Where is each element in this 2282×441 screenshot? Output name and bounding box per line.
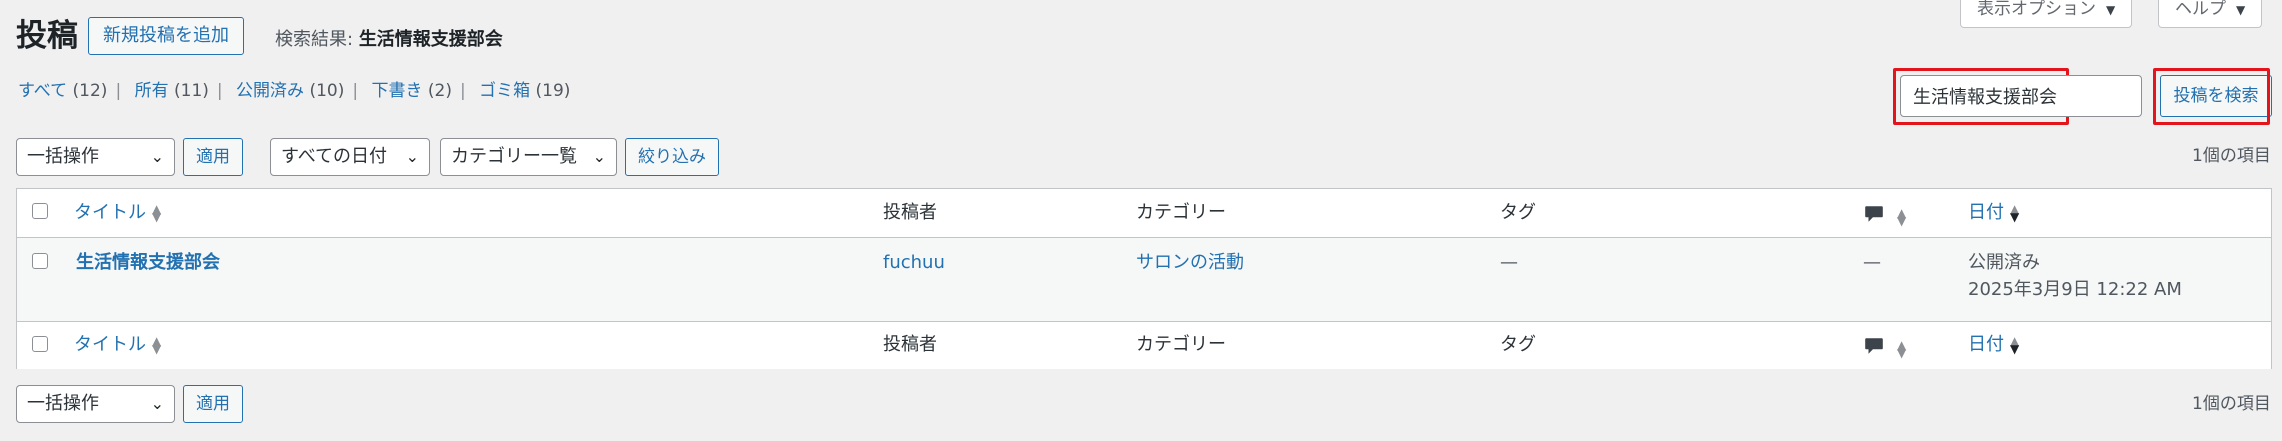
highlight-search-button xyxy=(2153,68,2270,125)
screen-options-tab[interactable]: 表示オプション ▼ xyxy=(1960,0,2133,28)
post-status: 公開済み xyxy=(1968,252,2040,273)
page-title: 投稿 xyxy=(16,18,78,54)
view-separator: | xyxy=(115,81,122,101)
select-all-checkbox-bottom[interactable] xyxy=(32,336,48,352)
category-filter-select[interactable]: カテゴリー一覧 ⌄ xyxy=(440,138,617,176)
post-author-link[interactable]: fuchuu xyxy=(883,250,945,276)
sort-arrows-icon: ▲ ▼ xyxy=(2010,334,2020,356)
column-categories-footer: カテゴリー xyxy=(1136,334,1226,355)
row-checkbox[interactable] xyxy=(32,253,48,269)
caret-down-icon: ▼ xyxy=(2106,3,2116,17)
items-count-bottom: 1個の項目 xyxy=(2192,394,2271,414)
column-categories-header: カテゴリー xyxy=(1136,202,1226,223)
view-mine-count: (11) xyxy=(174,81,209,101)
chevron-down-icon: ⌄ xyxy=(592,147,606,166)
post-title-link[interactable]: 生活情報支援部会 xyxy=(76,250,220,276)
view-published[interactable]: 公開済み xyxy=(236,81,304,101)
view-trash[interactable]: ゴミ箱 xyxy=(479,81,530,101)
view-all-count: (12) xyxy=(72,81,108,101)
column-author-footer: 投稿者 xyxy=(883,334,937,355)
date-filter-select[interactable]: すべての日付 ⌄ xyxy=(270,138,430,176)
post-category-link[interactable]: サロンの活動 xyxy=(1136,250,1244,276)
comment-bubble-icon[interactable] xyxy=(1863,203,1885,225)
add-new-post-button[interactable]: 新規投稿を追加 xyxy=(88,17,244,55)
help-label: ヘルプ xyxy=(2175,0,2226,19)
chevron-down-icon: ⌄ xyxy=(150,394,164,413)
table-footer-row: タイトル ▲ ▼ 投稿者 カテゴリー タグ ▲ ▼ 日付 ▲ ▼ xyxy=(17,321,2271,369)
comment-bubble-icon[interactable] xyxy=(1863,335,1885,357)
caret-down-icon: ▼ xyxy=(2236,3,2246,17)
bulk-action-select-bottom[interactable]: 一括操作 ⌄ xyxy=(16,385,175,423)
apply-bulk-action-top[interactable]: 適用 xyxy=(183,138,243,176)
view-drafts-count: (2) xyxy=(427,81,452,101)
sort-arrows-icon: ▲ ▼ xyxy=(152,334,162,356)
search-result-subtitle: 検索結果: 生活情報支援部会 xyxy=(275,26,503,54)
view-separator: | xyxy=(352,81,359,101)
search-result-label: 検索結果: xyxy=(275,29,354,50)
sort-arrows-icon[interactable]: ▲ ▼ xyxy=(1897,207,1906,227)
help-tab[interactable]: ヘルプ ▼ xyxy=(2158,0,2263,28)
select-all-checkbox[interactable] xyxy=(32,203,48,219)
view-drafts[interactable]: 下書き xyxy=(372,81,423,101)
view-trash-count: (19) xyxy=(535,81,571,101)
posts-table: タイトル ▲ ▼ 投稿者 カテゴリー タグ ▲ ▼ 日付 ▲ ▼ 生活情報支援部会 fuc… xyxy=(16,188,2272,369)
post-status-filters: すべて (12) | 所有 (11) | 公開済み (10) | 下書き (2) | ゴ… xyxy=(18,78,570,104)
post-tags: — xyxy=(1500,252,1518,273)
sort-arrows-icon: ▲ ▼ xyxy=(152,202,162,224)
view-all[interactable]: すべて xyxy=(18,81,67,101)
chevron-down-icon: ⌄ xyxy=(150,147,164,166)
sort-arrows-icon[interactable]: ▲ ▼ xyxy=(1897,339,1906,359)
column-author-header: 投稿者 xyxy=(883,202,937,223)
view-published-count: (10) xyxy=(309,81,345,101)
filter-button[interactable]: 絞り込み xyxy=(625,138,719,176)
view-separator: | xyxy=(216,81,223,101)
bulk-action-select-top[interactable]: 一括操作 ⌄ xyxy=(16,138,175,176)
search-result-term: 生活情報支援部会 xyxy=(358,29,503,50)
column-title-footer[interactable]: タイトル ▲ ▼ xyxy=(74,332,161,358)
column-title-header[interactable]: タイトル ▲ ▼ xyxy=(74,200,161,226)
sort-arrows-icon: ▲ ▼ xyxy=(2010,202,2020,224)
column-tags-header: タグ xyxy=(1500,202,1536,223)
view-separator: | xyxy=(460,81,466,101)
column-tags-footer: タグ xyxy=(1500,334,1536,355)
post-date: 2025年3月9日 12:22 AM xyxy=(1968,279,2182,300)
post-search-input[interactable] xyxy=(1900,75,2142,117)
view-mine[interactable]: 所有 xyxy=(135,81,169,101)
table-row: 生活情報支援部会 fuchuu サロンの活動 — — 公開済み 2025年3月9… xyxy=(17,238,2271,321)
column-date-footer[interactable]: 日付 ▲ ▼ xyxy=(1968,332,2019,358)
screen-options-label: 表示オプション xyxy=(1977,0,2096,19)
apply-bulk-action-bottom[interactable]: 適用 xyxy=(183,385,243,423)
table-header-row: タイトル ▲ ▼ 投稿者 カテゴリー タグ ▲ ▼ 日付 ▲ ▼ xyxy=(17,189,2271,238)
column-date-header[interactable]: 日付 ▲ ▼ xyxy=(1968,200,2019,226)
items-count-top: 1個の項目 xyxy=(2192,146,2271,166)
chevron-down-icon: ⌄ xyxy=(405,147,419,166)
post-comments: — xyxy=(1863,252,1881,273)
